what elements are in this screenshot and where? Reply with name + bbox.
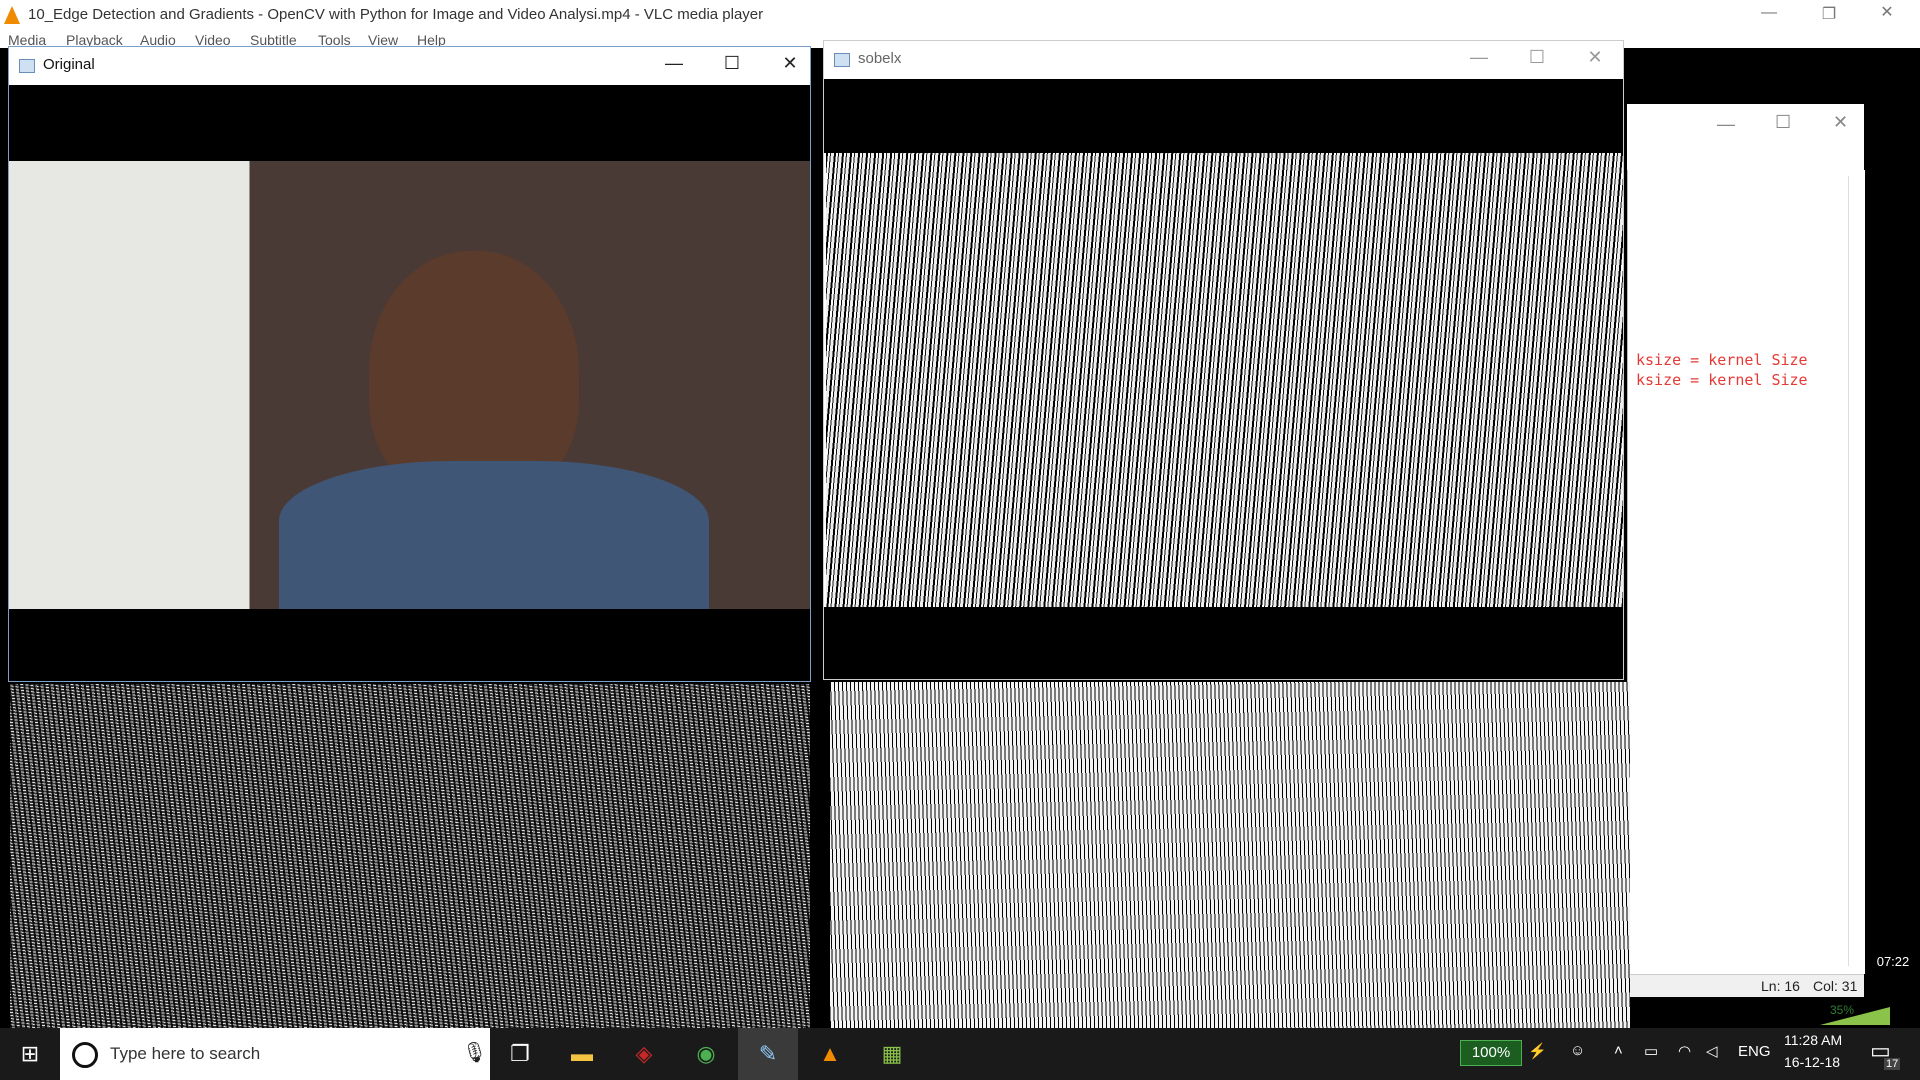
battery-icon[interactable]: ▭: [1644, 1042, 1658, 1060]
chevron-up-icon[interactable]: ˄: [1614, 1042, 1623, 1059]
sobelx-minimize-icon[interactable]: —: [1456, 47, 1502, 68]
power-plug-icon: ⚡: [1528, 1043, 1547, 1060]
volume-slider[interactable]: [1820, 1007, 1890, 1025]
vlc-minimize-icon[interactable]: —: [1746, 4, 1792, 22]
vlc-restore-icon[interactable]: ❐: [1806, 4, 1852, 24]
sobelx-title: sobelx: [858, 50, 902, 67]
people-icon[interactable]: ☺: [1570, 1042, 1585, 1059]
speaker-icon[interactable]: ◁: [1706, 1042, 1718, 1060]
editor-titlebar: — ☐ ✕: [1627, 104, 1864, 174]
task-view-icon[interactable]: ❐: [490, 1028, 550, 1080]
taskbar-search-box[interactable]: Type here to search 🎙: [60, 1028, 490, 1080]
search-placeholder: Type here to search: [110, 1044, 261, 1063]
letterbox-top: [9, 85, 810, 161]
clock-date[interactable]: 16-12-18: [1784, 1054, 1840, 1070]
vlc-title-bar: 10_Edge Detection and Gradients - OpenCV…: [0, 0, 1920, 30]
vlc-close-icon[interactable]: ✕: [1864, 2, 1910, 22]
wifi-icon[interactable]: ◠: [1678, 1042, 1691, 1060]
windows-start-icon[interactable]: ⊞: [0, 1028, 60, 1080]
chrome-icon[interactable]: ◉: [676, 1028, 736, 1080]
notification-count: 17: [1884, 1058, 1901, 1070]
editor-status-bar: Ln: 16 Col: 31: [1627, 974, 1864, 997]
person-shirt: [279, 461, 709, 611]
camera-feed: [9, 161, 810, 611]
original-maximize-icon[interactable]: ☐: [709, 53, 755, 74]
microphone-icon[interactable]: 🎙: [462, 1040, 487, 1065]
code-line: ksize = kernel Size: [1636, 371, 1808, 389]
mcafee-icon[interactable]: ◈: [614, 1028, 674, 1080]
window-app-icon: [834, 53, 850, 67]
original-minimize-icon[interactable]: —: [651, 53, 697, 74]
original-title: Original: [43, 56, 95, 73]
letterbox-top: [824, 79, 1623, 153]
status-col: Col: 31: [1813, 978, 1858, 994]
cortana-icon: [72, 1042, 98, 1068]
clock-time[interactable]: 11:28 AM: [1784, 1032, 1842, 1048]
editor-scrollbar[interactable]: [1848, 176, 1861, 966]
letterbox-bottom: [824, 607, 1623, 679]
vlc-cone-icon: [4, 6, 20, 24]
editor-close-icon[interactable]: ✕: [1833, 112, 1848, 133]
python-idle-icon[interactable]: ✎: [738, 1028, 798, 1080]
sobelx-titlebar[interactable]: sobelx — ☐ ✕: [824, 41, 1623, 79]
original-titlebar[interactable]: Original — ☐ ✕: [9, 47, 810, 85]
editor-minimize-icon[interactable]: —: [1717, 114, 1735, 135]
vlc-time: 07:22: [1866, 950, 1920, 974]
sobelx-output: [826, 153, 1623, 607]
window-original: Original — ☐ ✕: [8, 46, 811, 682]
battery-percent[interactable]: 100%: [1460, 1040, 1522, 1066]
sobelx-maximize-icon[interactable]: ☐: [1514, 47, 1560, 68]
window-app-icon: [19, 59, 35, 73]
edge-output-laplacian: [10, 684, 810, 1028]
original-close-icon[interactable]: ✕: [767, 53, 813, 74]
status-line: Ln: 16: [1761, 978, 1800, 994]
language-indicator[interactable]: ENG: [1738, 1043, 1771, 1060]
window-sobelx: sobelx — ☐ ✕: [823, 40, 1624, 680]
editor-text-area[interactable]: ksize = kernel Size ksize = kernel Size: [1627, 170, 1865, 974]
vlc-window-title: 10_Edge Detection and Gradients - OpenCV…: [28, 6, 764, 23]
file-explorer-icon[interactable]: ▬: [552, 1028, 612, 1080]
sobelx-close-icon[interactable]: ✕: [1572, 47, 1618, 68]
letterbox-bottom: [9, 609, 810, 681]
code-line: ksize = kernel Size: [1636, 351, 1808, 369]
editor-maximize-icon[interactable]: ☐: [1775, 112, 1791, 133]
image-viewer-icon[interactable]: ▦: [862, 1028, 922, 1080]
edge-output-sobely: [830, 682, 1630, 1028]
vlc-taskbar-icon[interactable]: ▲: [800, 1028, 860, 1080]
